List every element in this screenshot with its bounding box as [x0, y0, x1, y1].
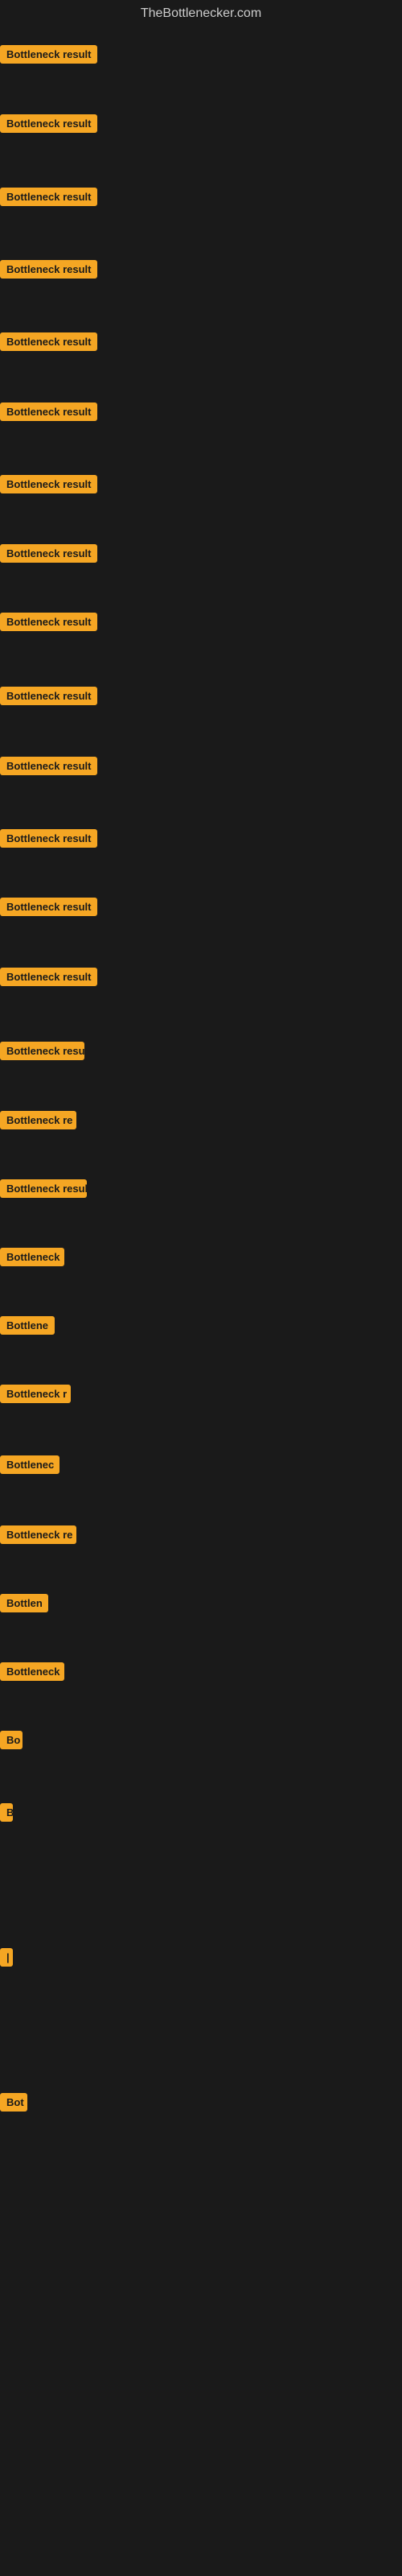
- bottleneck-item-13[interactable]: Bottleneck result: [0, 898, 97, 920]
- bottleneck-badge-23: Bottlen: [0, 1594, 48, 1612]
- bottleneck-item-3[interactable]: Bottleneck result: [0, 188, 97, 210]
- bottleneck-item-24[interactable]: Bottleneck: [0, 1662, 64, 1685]
- bottleneck-badge-8: Bottleneck result: [0, 544, 97, 563]
- bottleneck-badge-22: Bottleneck re: [0, 1525, 76, 1544]
- bottleneck-badge-18: Bottleneck: [0, 1248, 64, 1266]
- bottleneck-badge-15: Bottleneck result: [0, 1042, 84, 1060]
- bottleneck-badge-13: Bottleneck result: [0, 898, 97, 916]
- bottleneck-badge-27: |: [0, 1948, 13, 1967]
- bottleneck-item-18[interactable]: Bottleneck: [0, 1248, 64, 1270]
- bottleneck-item-26[interactable]: B: [0, 1803, 13, 1826]
- bottleneck-badge-25: Bo: [0, 1731, 23, 1749]
- bottleneck-item-1[interactable]: Bottleneck result: [0, 45, 97, 68]
- bottleneck-item-22[interactable]: Bottleneck re: [0, 1525, 76, 1548]
- bottleneck-badge-7: Bottleneck result: [0, 475, 97, 493]
- bottleneck-item-27[interactable]: |: [0, 1948, 13, 1971]
- bottleneck-badge-26: B: [0, 1803, 13, 1822]
- bottleneck-badge-9: Bottleneck result: [0, 613, 97, 631]
- bottleneck-badge-28: Bot: [0, 2093, 27, 2112]
- site-title: TheBottlenecker.com: [0, 0, 402, 24]
- bottleneck-badge-16: Bottleneck re: [0, 1111, 76, 1129]
- bottleneck-badge-20: Bottleneck r: [0, 1385, 71, 1403]
- bottleneck-badge-10: Bottleneck result: [0, 687, 97, 705]
- bottleneck-item-23[interactable]: Bottlen: [0, 1594, 48, 1616]
- bottleneck-item-16[interactable]: Bottleneck re: [0, 1111, 76, 1133]
- bottleneck-item-19[interactable]: Bottlene: [0, 1316, 55, 1339]
- bottleneck-item-11[interactable]: Bottleneck result: [0, 757, 97, 779]
- bottleneck-item-25[interactable]: Bo: [0, 1731, 23, 1753]
- bottleneck-badge-3: Bottleneck result: [0, 188, 97, 206]
- bottleneck-item-12[interactable]: Bottleneck result: [0, 829, 97, 852]
- bottleneck-item-6[interactable]: Bottleneck result: [0, 402, 97, 425]
- bottleneck-item-5[interactable]: Bottleneck result: [0, 332, 97, 355]
- bottleneck-badge-11: Bottleneck result: [0, 757, 97, 775]
- bottleneck-badge-2: Bottleneck result: [0, 114, 97, 133]
- bottleneck-item-7[interactable]: Bottleneck result: [0, 475, 97, 497]
- bottleneck-item-21[interactable]: Bottlenec: [0, 1455, 59, 1478]
- bottleneck-badge-5: Bottleneck result: [0, 332, 97, 351]
- bottleneck-badge-21: Bottlenec: [0, 1455, 59, 1474]
- bottleneck-item-4[interactable]: Bottleneck result: [0, 260, 97, 283]
- bottleneck-badge-14: Bottleneck result: [0, 968, 97, 986]
- bottleneck-item-20[interactable]: Bottleneck r: [0, 1385, 71, 1407]
- bottleneck-item-15[interactable]: Bottleneck result: [0, 1042, 84, 1064]
- bottleneck-item-2[interactable]: Bottleneck result: [0, 114, 97, 137]
- bottleneck-badge-19: Bottlene: [0, 1316, 55, 1335]
- bottleneck-item-28[interactable]: Bot: [0, 2093, 27, 2116]
- bottleneck-item-10[interactable]: Bottleneck result: [0, 687, 97, 709]
- bottleneck-item-8[interactable]: Bottleneck result: [0, 544, 97, 567]
- bottleneck-badge-1: Bottleneck result: [0, 45, 97, 64]
- bottleneck-item-17[interactable]: Bottleneck resul: [0, 1179, 87, 1202]
- bottleneck-badge-17: Bottleneck resul: [0, 1179, 87, 1198]
- bottleneck-item-9[interactable]: Bottleneck result: [0, 613, 97, 635]
- bottleneck-badge-12: Bottleneck result: [0, 829, 97, 848]
- bottleneck-item-14[interactable]: Bottleneck result: [0, 968, 97, 990]
- bottleneck-badge-24: Bottleneck: [0, 1662, 64, 1681]
- bottleneck-badge-6: Bottleneck result: [0, 402, 97, 421]
- bottleneck-badge-4: Bottleneck result: [0, 260, 97, 279]
